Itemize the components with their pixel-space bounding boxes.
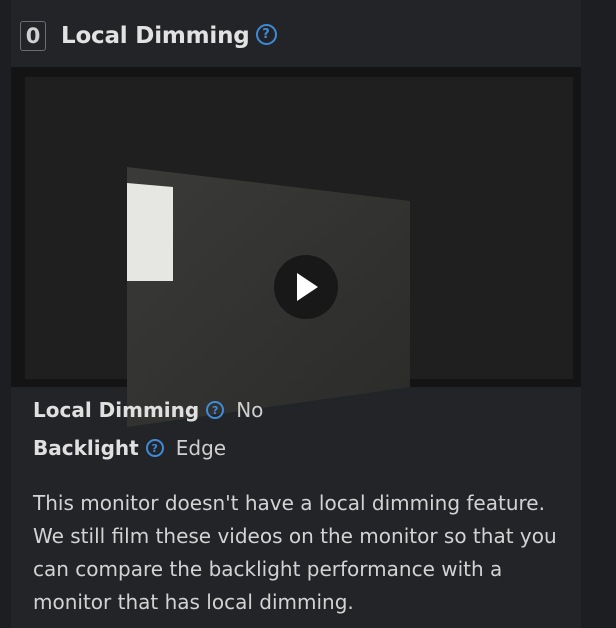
description-text: This monitor doesn't have a local dimmin… [33,491,557,614]
section-title: Local Dimming [61,23,250,49]
help-icon[interactable]: ? [206,401,225,419]
section-header: 0 Local Dimming ? [20,19,277,53]
spec-value: Edge [175,436,227,460]
score-badge: 0 [20,21,46,51]
play-icon [297,273,318,301]
play-button[interactable] [274,255,338,319]
video-player[interactable] [11,67,581,427]
video-thumbnail-monitor [127,167,410,427]
spec-label: Local Dimming [33,398,200,422]
spec-value: No [236,398,264,422]
spec-row-backlight: Backlight ? Edge [33,436,226,460]
help-icon[interactable]: ? [145,439,164,457]
spec-row-local-dimming: Local Dimming ? No [33,398,263,422]
spec-label: Backlight [33,436,139,460]
help-icon[interactable]: ? [255,23,277,45]
